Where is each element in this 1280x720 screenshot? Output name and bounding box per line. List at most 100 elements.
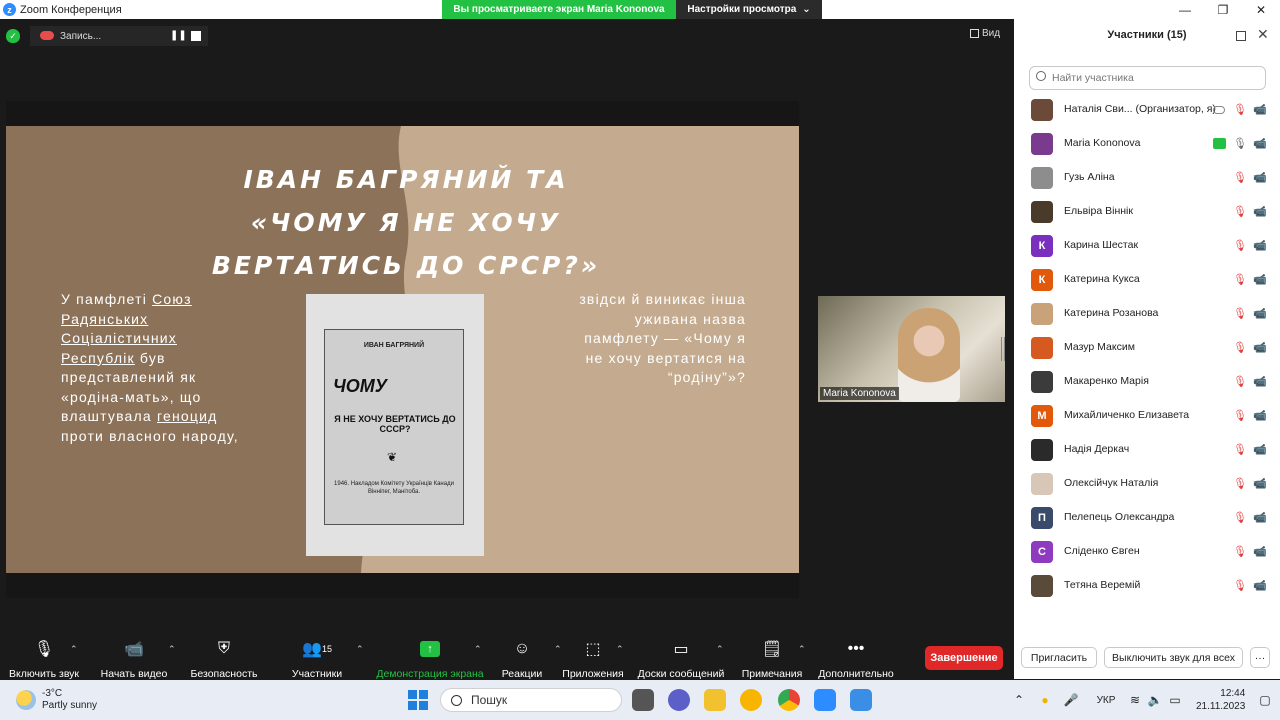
stop-recording-icon[interactable] xyxy=(191,31,201,41)
participant-row[interactable]: С Сліденко Євген 🎙 📹 xyxy=(1014,535,1280,569)
camera-off-icon[interactable]: 📹 xyxy=(1253,443,1267,456)
task-view-icon[interactable] xyxy=(632,689,654,711)
camera-off-icon[interactable]: 📹 xyxy=(1253,273,1267,286)
notes-button[interactable]: 🗒 ⌃ Примечания xyxy=(738,638,806,680)
chevron-up-icon[interactable]: ⌃ xyxy=(474,644,482,655)
mic-off-icon[interactable]: 🎙 xyxy=(1233,307,1247,320)
volume-icon[interactable]: 🔈 xyxy=(1148,693,1163,707)
popout-icon[interactable] xyxy=(1236,31,1246,41)
mic-off-icon[interactable]: 🎙 xyxy=(1233,579,1247,592)
view-button[interactable]: Вид xyxy=(970,28,1000,39)
camera-off-icon[interactable]: 📹 xyxy=(1253,341,1267,354)
camera-off-icon[interactable]: 📹 xyxy=(1253,409,1267,422)
participant-row[interactable]: Надія Деркач 🎙 📹 xyxy=(1014,433,1280,467)
mic-off-icon[interactable]: 🎙 xyxy=(1233,239,1247,252)
participant-row[interactable]: Катерина Розанова 🎙 📹 xyxy=(1014,297,1280,331)
participant-row[interactable]: Мазур Максим 🎙 📹 xyxy=(1014,331,1280,365)
notifications-icon[interactable]: ▢ xyxy=(1258,693,1272,707)
participant-row[interactable]: К Карина Шестак 🎙 📹 xyxy=(1014,229,1280,263)
panel-more-button[interactable]: ··· xyxy=(1250,647,1270,668)
pause-recording-icon[interactable]: ❚❚ xyxy=(170,30,187,41)
participant-search-input[interactable]: Найти участника xyxy=(1029,66,1266,90)
chevron-up-icon[interactable]: ⌃ xyxy=(70,644,78,655)
maximize-icon[interactable]: ❐ xyxy=(1204,0,1242,19)
camera-off-icon[interactable]: 📹 xyxy=(1253,511,1267,524)
photos-icon[interactable] xyxy=(850,689,872,711)
mic-off-icon[interactable]: 🎙 xyxy=(1233,375,1247,388)
mic-off-icon[interactable]: 🎙 xyxy=(1233,103,1247,116)
mute-all-button[interactable]: Выключить звук для всех xyxy=(1104,647,1243,668)
close-icon[interactable]: ✕ xyxy=(1257,26,1269,43)
participant-row[interactable]: Тетяна Веремій 🎙 📹 xyxy=(1014,569,1280,603)
app-icon[interactable] xyxy=(740,689,762,711)
participant-row[interactable]: Maria Kononova 🎙 📹 xyxy=(1014,127,1280,161)
participant-video-tile[interactable]: Maria Kononova xyxy=(818,296,1005,402)
participant-row[interactable]: Макаренко Марія 🎙 📹 xyxy=(1014,365,1280,399)
whiteboards-button[interactable]: ▭ ⌃ Доски сообщений xyxy=(636,638,726,680)
end-meeting-button[interactable]: Завершение xyxy=(925,646,1003,670)
chevron-up-icon[interactable]: ⌃ xyxy=(1012,693,1026,707)
camera-icon[interactable]: 📹 xyxy=(1253,137,1267,150)
invite-button[interactable]: Пригласить xyxy=(1021,647,1097,668)
mic-icon[interactable]: 🎙 xyxy=(1233,137,1247,150)
chrome-icon[interactable] xyxy=(778,689,800,711)
camera-off-icon[interactable]: 📹 xyxy=(1253,477,1267,490)
participant-row[interactable]: П Пелепець Олександра 🎙 📹 xyxy=(1014,501,1280,535)
camera-off-icon[interactable]: 📹 xyxy=(1253,103,1267,116)
camera-off-icon[interactable]: 📹 xyxy=(1253,307,1267,320)
camera-off-icon[interactable]: 📹 xyxy=(1253,375,1267,388)
participant-row[interactable]: Ельвіра Віннік 🎙 📹 xyxy=(1014,195,1280,229)
chevron-up-icon[interactable]: ⌃ xyxy=(616,644,624,655)
view-options-button[interactable]: Настройки просмотра ⌄ xyxy=(676,0,822,19)
wifi-icon[interactable]: ≋ xyxy=(1128,693,1142,707)
start-video-button[interactable]: 📹 ⌃ Начать видео xyxy=(96,638,176,680)
more-button[interactable]: ••• Дополнительно xyxy=(816,638,896,680)
minimize-icon[interactable]: — xyxy=(1166,0,1204,19)
chevron-up-icon[interactable]: ⌃ xyxy=(716,644,724,655)
zoom-taskbar-icon[interactable] xyxy=(814,689,836,711)
camera-off-icon[interactable]: 📹 xyxy=(1253,545,1267,558)
system-clock[interactable]: 12:44 21.11.2023 xyxy=(1196,687,1245,713)
chevron-up-icon[interactable]: ⌃ xyxy=(168,644,176,655)
weather-widget[interactable]: -3°C Partly sunny xyxy=(16,688,97,712)
encryption-shield-icon[interactable]: ✓ xyxy=(6,29,20,43)
battery-icon[interactable]: ▭ xyxy=(1168,693,1182,707)
participant-row[interactable]: Гузь Аліна 🎙 📹 xyxy=(1014,161,1280,195)
mic-off-icon[interactable]: 🎙 xyxy=(1233,409,1247,422)
camera-off-icon[interactable]: 📹 xyxy=(1253,239,1267,252)
tray-app-icon[interactable]: ● xyxy=(1038,693,1052,707)
mic-off-icon[interactable]: 🎙 xyxy=(1233,171,1247,184)
mic-off-icon[interactable]: 🎙 xyxy=(1233,511,1247,524)
share-screen-button[interactable]: ↑ ⌃ Демонстрация экрана xyxy=(374,638,486,680)
camera-off-icon[interactable]: 📹 xyxy=(1253,205,1267,218)
search-placeholder: Найти участника xyxy=(1052,72,1134,84)
panel-splitter-handle[interactable] xyxy=(1001,337,1005,361)
unmute-button[interactable]: 🎙 ⌃ Включить звук xyxy=(4,638,84,680)
participants-button[interactable]: 👥 15 ⌃ Участники xyxy=(286,638,364,680)
camera-off-icon[interactable]: 📹 xyxy=(1253,171,1267,184)
apps-button[interactable]: ⬚ ⌃ Приложения xyxy=(560,638,626,680)
mic-off-icon[interactable]: 🎙 xyxy=(1233,477,1247,490)
taskbar-search[interactable]: Пошук xyxy=(440,688,622,712)
mic-off-icon[interactable]: 🎙 xyxy=(1233,443,1247,456)
participant-row[interactable]: М Михайличенко Елизавета 🎙 📹 xyxy=(1014,399,1280,433)
reactions-button[interactable]: ☺ ⌃ Реакции xyxy=(498,638,562,680)
teams-chat-icon[interactable] xyxy=(668,689,690,711)
mic-off-icon[interactable]: 🎙 xyxy=(1233,273,1247,286)
language-indicator[interactable]: УКР xyxy=(1094,693,1118,707)
chevron-up-icon[interactable]: ⌃ xyxy=(798,644,806,655)
genocide-link[interactable]: геноцид xyxy=(157,408,218,424)
windows-start-icon[interactable] xyxy=(408,690,428,710)
chevron-up-icon[interactable]: ⌃ xyxy=(356,644,364,655)
microphone-icon[interactable]: 🎤 xyxy=(1064,693,1079,707)
mic-off-icon[interactable]: 🎙 xyxy=(1233,205,1247,218)
mic-off-icon[interactable]: 🎙 xyxy=(1233,341,1247,354)
participant-row[interactable]: Наталія Сви... (Организатор, я) 🎙 📹 xyxy=(1014,93,1280,127)
file-explorer-icon[interactable] xyxy=(704,689,726,711)
participant-row[interactable]: Олексійчук Наталія 🎙 📹 xyxy=(1014,467,1280,501)
security-button[interactable]: ⛨ Безопасность xyxy=(188,638,260,680)
camera-off-icon[interactable]: 📹 xyxy=(1253,579,1267,592)
close-window-icon[interactable]: ✕ xyxy=(1242,0,1280,19)
mic-off-icon[interactable]: 🎙 xyxy=(1233,545,1247,558)
participant-row[interactable]: К Катерина Кукса 🎙 📹 xyxy=(1014,263,1280,297)
